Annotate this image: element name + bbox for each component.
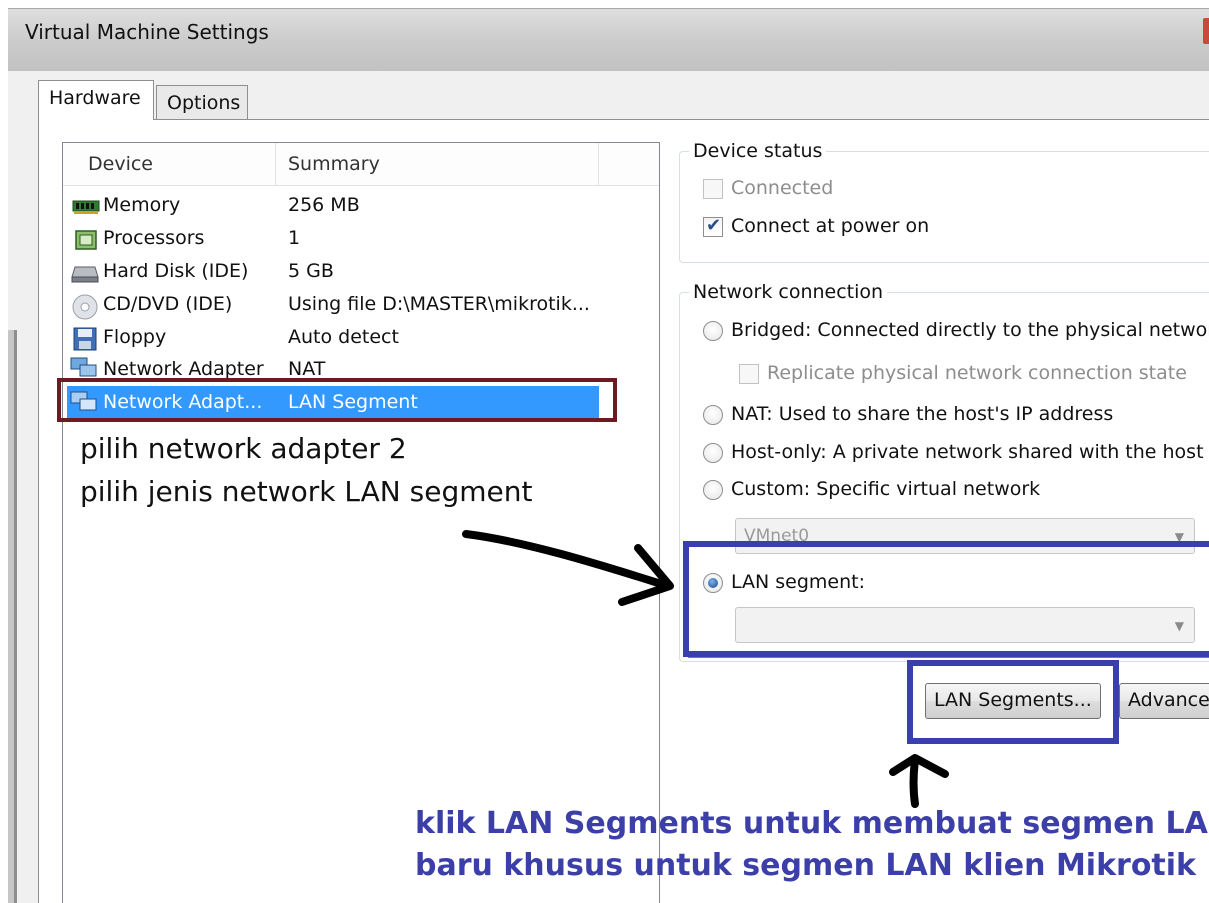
device-name: CD/DVD (IDE) xyxy=(103,293,233,315)
bridged-radio[interactable] xyxy=(703,321,723,341)
annotation-text-3: klik LAN Segments untuk membuat segmen L… xyxy=(415,806,1209,841)
column-header-summary[interactable]: Summary xyxy=(288,153,380,175)
device-row-processors[interactable]: Processors 1 xyxy=(67,226,599,256)
column-separator[interactable] xyxy=(598,143,599,185)
connect-at-power-on-label: Connect at power on xyxy=(731,215,930,237)
custom-label: Custom: Specific virtual network xyxy=(731,478,1041,500)
hard-disk-icon xyxy=(71,266,99,283)
annotation-text-2: pilih jenis network LAN segment xyxy=(80,475,533,508)
window-title: Virtual Machine Settings xyxy=(25,20,269,44)
device-summary: NAT xyxy=(288,358,326,380)
host-only-radio[interactable] xyxy=(703,443,723,463)
tab-options[interactable]: Options xyxy=(156,85,248,119)
device-row-floppy[interactable]: Floppy Auto detect xyxy=(67,325,599,355)
nat-label: NAT: Used to share the host's IP address xyxy=(731,403,1114,425)
network-connection-legend: Network connection xyxy=(689,281,888,303)
device-name: Network Adapter xyxy=(103,358,264,380)
connected-label: Connected xyxy=(731,177,833,199)
annotation-text-4: baru khusus untuk segmen LAN klien Mikro… xyxy=(415,848,1197,883)
replicate-state-label: Replicate physical network connection st… xyxy=(767,362,1187,384)
device-status-group xyxy=(679,151,1209,263)
annotation-arrow-up-icon xyxy=(889,754,949,808)
column-separator[interactable] xyxy=(275,143,276,185)
close-button[interactable] xyxy=(1203,18,1209,44)
bridged-label: Bridged: Connected directly to the physi… xyxy=(731,319,1209,341)
device-summary: Auto detect xyxy=(288,326,399,348)
tab-hardware[interactable]: Hardware xyxy=(38,80,154,120)
nat-radio[interactable] xyxy=(703,405,723,425)
device-summary: 256 MB xyxy=(288,194,360,216)
window-left-edge-shadow xyxy=(14,330,17,903)
annotation-arrow-icon xyxy=(462,530,674,606)
annotation-box-network-adapter xyxy=(57,378,617,422)
device-row-cd-dvd[interactable]: CD/DVD (IDE) Using file D:\MASTER\mikrot… xyxy=(67,292,599,322)
connected-checkbox[interactable] xyxy=(703,179,723,199)
processor-icon xyxy=(75,230,97,250)
connect-at-power-on-checkbox[interactable] xyxy=(703,215,723,237)
column-header-device[interactable]: Device xyxy=(88,153,153,175)
device-summary: Using file D:\MASTER\mikrotik... xyxy=(288,293,590,315)
device-name: Processors xyxy=(103,227,205,249)
device-name: Hard Disk (IDE) xyxy=(103,260,249,282)
device-name: Floppy xyxy=(103,326,167,348)
host-only-label: Host-only: A private network shared with… xyxy=(731,441,1204,463)
device-row-hard-disk[interactable]: Hard Disk (IDE) 5 GB xyxy=(67,259,599,289)
annotation-box-lan-segment xyxy=(683,541,1209,657)
advanced-button[interactable]: Advance xyxy=(1119,683,1209,719)
device-row-memory[interactable]: Memory 256 MB xyxy=(67,193,599,223)
connected-label-text: Connected xyxy=(731,177,834,199)
annotation-text-1: pilih network adapter 2 xyxy=(80,432,407,465)
annotation-box-lan-segments-button xyxy=(907,660,1119,744)
cd-dvd-icon xyxy=(72,294,98,320)
device-status-legend: Device status xyxy=(689,140,827,162)
replicate-state-checkbox[interactable] xyxy=(739,364,759,384)
device-summary: 5 GB xyxy=(288,260,334,282)
device-name: Memory xyxy=(103,194,181,216)
device-summary: 1 xyxy=(288,227,301,249)
custom-radio[interactable] xyxy=(703,480,723,500)
memory-icon xyxy=(72,200,100,214)
floppy-icon xyxy=(73,327,97,351)
network-adapter-icon xyxy=(70,357,97,377)
